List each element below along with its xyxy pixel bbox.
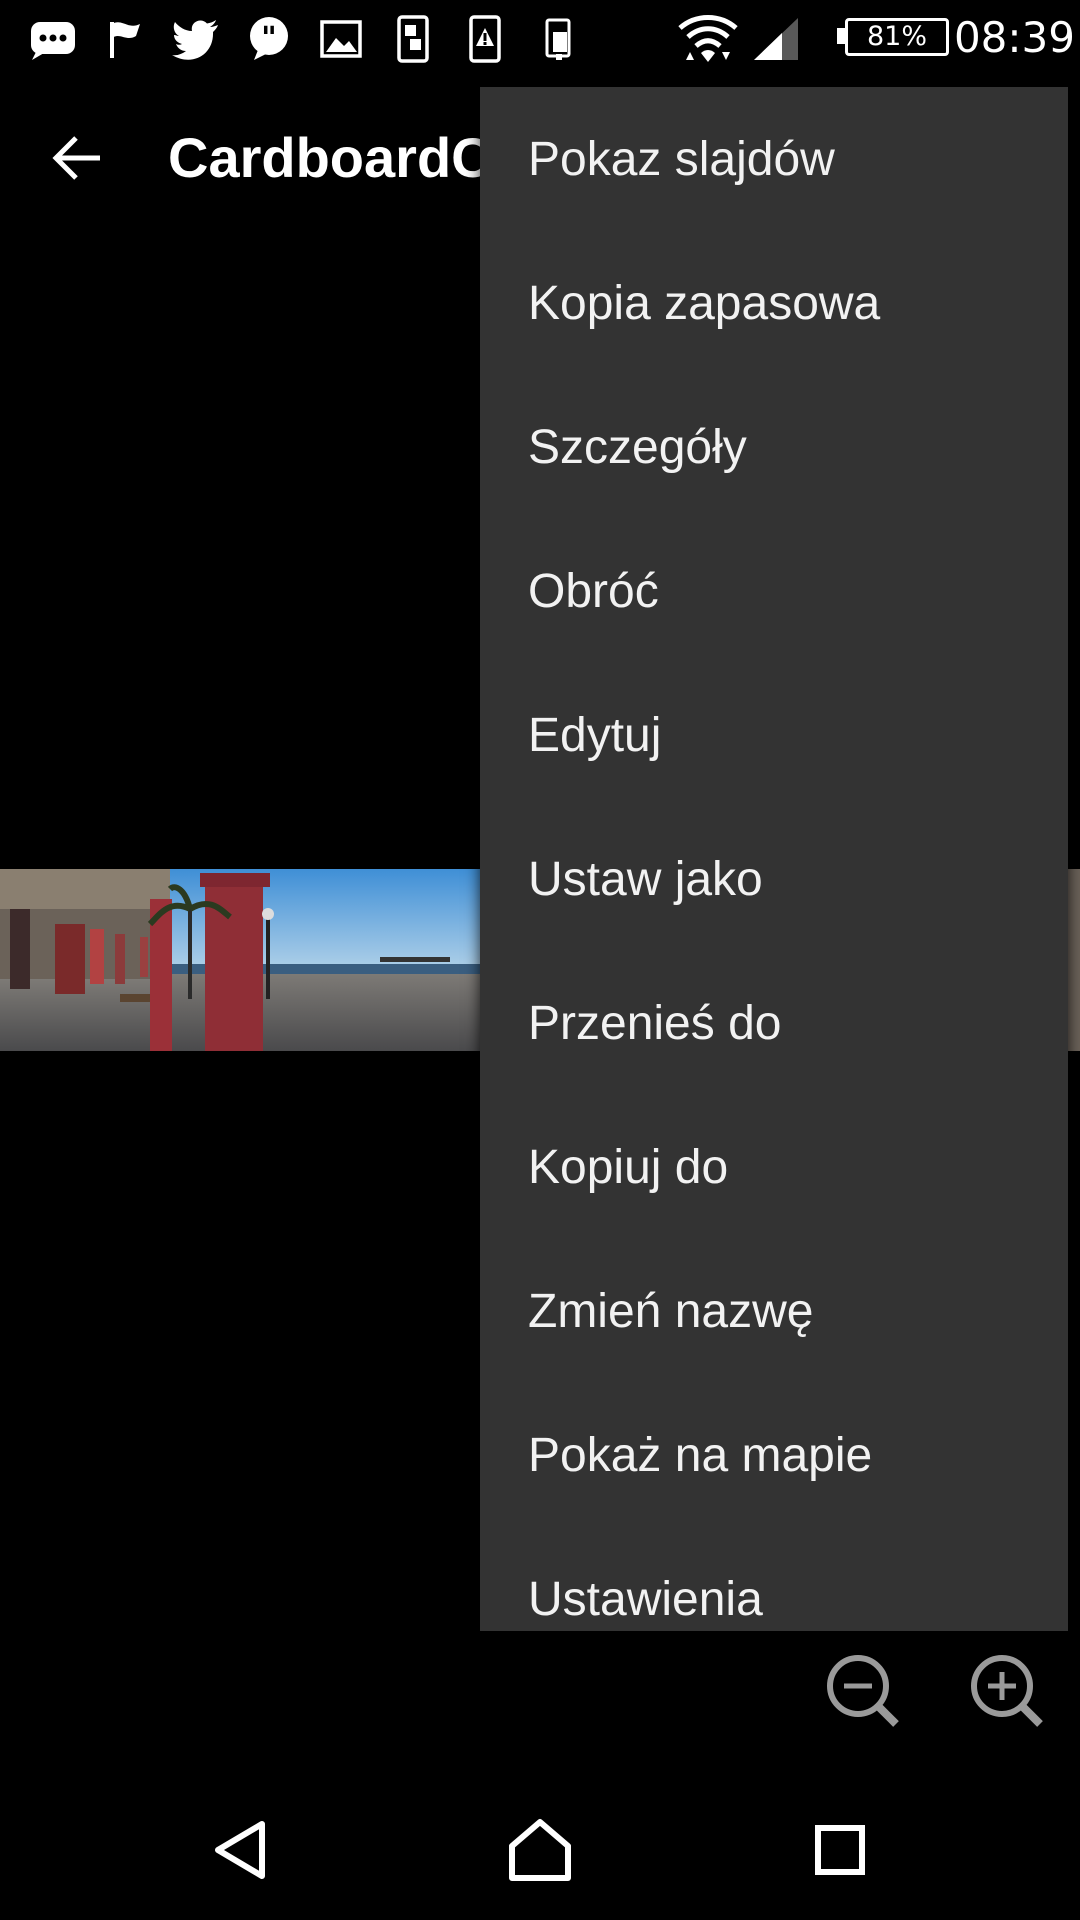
menu-item-move-to[interactable]: Przenieś do: [480, 952, 1068, 1096]
svg-text:": ": [261, 21, 277, 56]
navigation-bar: [0, 1780, 1080, 1920]
twitter-icon: [172, 14, 222, 64]
flag-icon: [100, 14, 150, 64]
device-icon: [532, 14, 582, 64]
alert-icon: [460, 14, 510, 64]
menu-item-rename[interactable]: Zmień nazwę: [480, 1240, 1068, 1384]
arrow-left-icon: [51, 136, 100, 180]
zoom-out-button[interactable]: [822, 1650, 902, 1730]
menu-item-rotate[interactable]: Obróć: [480, 520, 1068, 664]
status-time: 08:39: [953, 13, 1075, 62]
nav-recents-button[interactable]: [790, 1800, 890, 1900]
overflow-menu: Pokaz slajdów Kopia zapasowa Szczegóły O…: [480, 87, 1068, 1631]
battery-indicator: 81%: [837, 16, 957, 60]
screen-cast-icon: [388, 14, 438, 64]
menu-item-copy-to[interactable]: Kopiuj do: [480, 1096, 1068, 1240]
back-button[interactable]: [40, 123, 115, 193]
cell-signal-icon: [752, 14, 802, 62]
nav-home-button[interactable]: [490, 1800, 590, 1900]
nav-back-icon: [215, 1821, 265, 1879]
zoom-out-icon: [827, 1655, 899, 1727]
status-bar: " 81% 08:39: [0, 0, 1080, 78]
battery-level: 81%: [845, 18, 949, 56]
screen: " 81% 08:39 CardboardC Pokaz slajdów Kop…: [0, 0, 1080, 1920]
quote-chat-icon: ": [244, 14, 294, 64]
image-icon: [316, 14, 366, 64]
battery-tip: [837, 28, 845, 44]
menu-item-details[interactable]: Szczegóły: [480, 376, 1068, 520]
zoom-in-button[interactable]: [966, 1650, 1046, 1730]
nav-home-icon: [509, 1819, 571, 1881]
menu-item-edit[interactable]: Edytuj: [480, 664, 1068, 808]
menu-item-show-on-map[interactable]: Pokaż na mapie: [480, 1384, 1068, 1528]
page-title: CardboardC: [168, 126, 492, 189]
nav-back-button[interactable]: [190, 1800, 290, 1900]
messaging-icon: [28, 14, 78, 64]
zoom-in-icon: [971, 1655, 1043, 1727]
nav-recents-icon: [815, 1825, 865, 1875]
menu-item-settings[interactable]: Ustawienia: [480, 1528, 1068, 1631]
menu-item-backup[interactable]: Kopia zapasowa: [480, 232, 1068, 376]
menu-item-slideshow[interactable]: Pokaz slajdów: [480, 88, 1068, 232]
menu-item-set-as[interactable]: Ustaw jako: [480, 808, 1068, 952]
wifi-icon: [678, 12, 738, 66]
